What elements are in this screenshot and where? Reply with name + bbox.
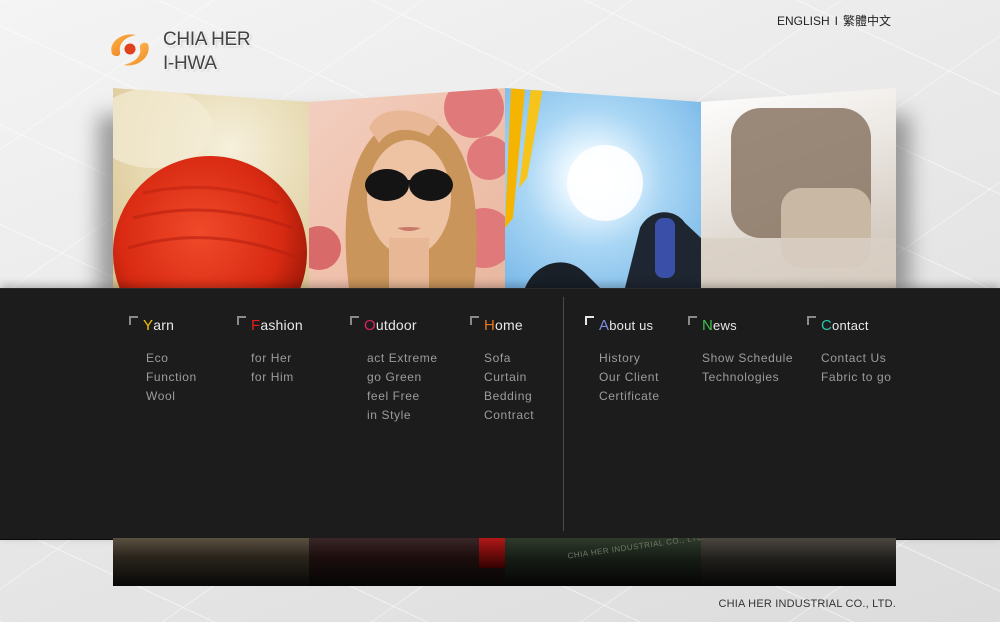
menu-list-about: History Our Client Certificate: [599, 349, 660, 406]
menu-column-fashion: Fashion for Her for Him: [237, 316, 303, 387]
menu-heading-initial: A: [599, 317, 610, 334]
menu-list-fashion: for Her for Him: [251, 349, 303, 387]
main-menu: Yarn Eco Function Wool Fashion for Her f…: [0, 288, 1000, 540]
menu-item-feel-free[interactable]: feel Free: [364, 387, 438, 406]
cushion-image: [701, 108, 896, 288]
logo-line-1: CHIA HER: [163, 29, 251, 50]
menu-item-for-her[interactable]: for Her: [251, 349, 303, 368]
menu-heading-rest: utdoor: [375, 317, 417, 333]
menu-heading-rest: ontact: [832, 318, 869, 333]
menu-column-about: About us History Our Client Certificate: [585, 316, 660, 406]
menu-heading-initial: C: [821, 317, 833, 334]
menu-column-news: News Show Schedule Technologies: [688, 316, 793, 387]
site-logo[interactable]: CHIA HER I-HWA: [106, 26, 256, 76]
corner-bracket-icon: [129, 316, 138, 325]
yarn-ball-image: [113, 88, 307, 288]
menu-heading-rest: arn: [153, 317, 175, 333]
menu-heading-initial: O: [364, 317, 376, 334]
photo-outdoor[interactable]: [505, 88, 701, 288]
menu-heading-yarn[interactable]: Yarn: [143, 317, 197, 334]
logo-wordmark: CHIA HER I-HWA: [163, 28, 251, 76]
sun-climbers-image: [505, 88, 701, 288]
menu-item-wool[interactable]: Wool: [143, 387, 197, 406]
logo-line-2: I-HWA: [163, 53, 217, 74]
reflection-outdoor: CHIA HER INDUSTRIAL CO., LTD.: [505, 538, 701, 586]
lang-separator: I: [834, 14, 838, 28]
menu-item-act-extreme[interactable]: act Extreme: [364, 349, 438, 368]
menu-heading-news[interactable]: News: [702, 317, 793, 334]
lang-chinese-link[interactable]: 繁體中文: [843, 14, 891, 28]
language-switcher: ENGLISH I 繁體中文: [777, 12, 891, 29]
menu-heading-home[interactable]: Home: [484, 317, 534, 334]
menu-item-sofa[interactable]: Sofa: [484, 349, 534, 368]
menu-item-technologies[interactable]: Technologies: [702, 368, 793, 387]
menu-heading-rest: bout us: [609, 318, 654, 333]
menu-heading-rest: ome: [495, 317, 523, 333]
reflection-caption: CHIA HER INDUSTRIAL CO., LTD.: [567, 538, 701, 561]
menu-list-outdoor: act Extreme go Green feel Free in Style: [364, 349, 438, 425]
menu-item-eco[interactable]: Eco: [143, 349, 197, 368]
menu-item-certificate[interactable]: Certificate: [599, 387, 660, 406]
menu-heading-initial: F: [251, 317, 261, 334]
logo-icon: [111, 34, 149, 66]
menu-list-contact: Contact Us Fabric to go: [821, 349, 892, 387]
corner-bracket-icon: [585, 316, 594, 325]
menu-heading-initial: H: [484, 317, 496, 334]
corner-bracket-icon: [350, 316, 359, 325]
menu-heading-contact[interactable]: Contact: [821, 317, 892, 334]
menu-item-curtain[interactable]: Curtain: [484, 368, 534, 387]
footer-company-name: CHIA HER INDUSTRIAL CO., LTD.: [718, 598, 896, 610]
menu-item-history[interactable]: History: [599, 349, 660, 368]
menu-column-home: Home Sofa Curtain Bedding Contract: [470, 316, 534, 425]
menu-item-our-client[interactable]: Our Client: [599, 368, 660, 387]
lang-english-link[interactable]: ENGLISH: [777, 14, 830, 28]
menu-heading-rest: ews: [713, 318, 737, 333]
menu-list-news: Show Schedule Technologies: [702, 349, 793, 387]
menu-item-function[interactable]: Function: [143, 368, 197, 387]
corner-bracket-icon: [807, 316, 816, 325]
menu-list-home: Sofa Curtain Bedding Contract: [484, 349, 534, 425]
menu-heading-initial: N: [702, 317, 714, 334]
menu-heading-initial: Y: [143, 317, 154, 334]
menu-heading-fashion[interactable]: Fashion: [251, 317, 303, 334]
menu-item-for-him[interactable]: for Him: [251, 368, 303, 387]
menu-divider: [563, 297, 564, 531]
menu-heading-rest: ashion: [260, 317, 303, 333]
menu-item-go-green[interactable]: go Green: [364, 368, 438, 387]
menu-list-yarn: Eco Function Wool: [143, 349, 197, 406]
menu-item-in-style[interactable]: in Style: [364, 406, 438, 425]
menu-item-show-schedule[interactable]: Show Schedule: [702, 349, 793, 368]
menu-heading-about-us[interactable]: About us: [599, 317, 660, 334]
reflection-red-accent: [479, 538, 505, 568]
reflection-fashion: [309, 538, 505, 586]
corner-bracket-icon: [237, 316, 246, 325]
menu-item-contact-us[interactable]: Contact Us: [821, 349, 892, 368]
menu-column-contact: Contact Contact Us Fabric to go: [807, 316, 892, 387]
menu-item-contract[interactable]: Contract: [484, 406, 534, 425]
photo-fashion[interactable]: [309, 88, 505, 288]
menu-column-yarn: Yarn Eco Function Wool: [129, 316, 197, 406]
corner-bracket-icon: [688, 316, 697, 325]
corner-bracket-icon: [470, 316, 479, 325]
photo-home[interactable]: [701, 88, 896, 288]
reflection-yarn: [113, 538, 309, 586]
reflection-home: [701, 538, 896, 586]
menu-item-fabric-to-go[interactable]: Fabric to go: [821, 368, 892, 387]
menu-heading-outdoor[interactable]: Outdoor: [364, 317, 438, 334]
photo-yarn[interactable]: [113, 88, 309, 288]
woman-sunglasses-image: [309, 88, 505, 288]
menu-column-outdoor: Outdoor act Extreme go Green feel Free i…: [350, 316, 438, 425]
menu-item-bedding[interactable]: Bedding: [484, 387, 534, 406]
